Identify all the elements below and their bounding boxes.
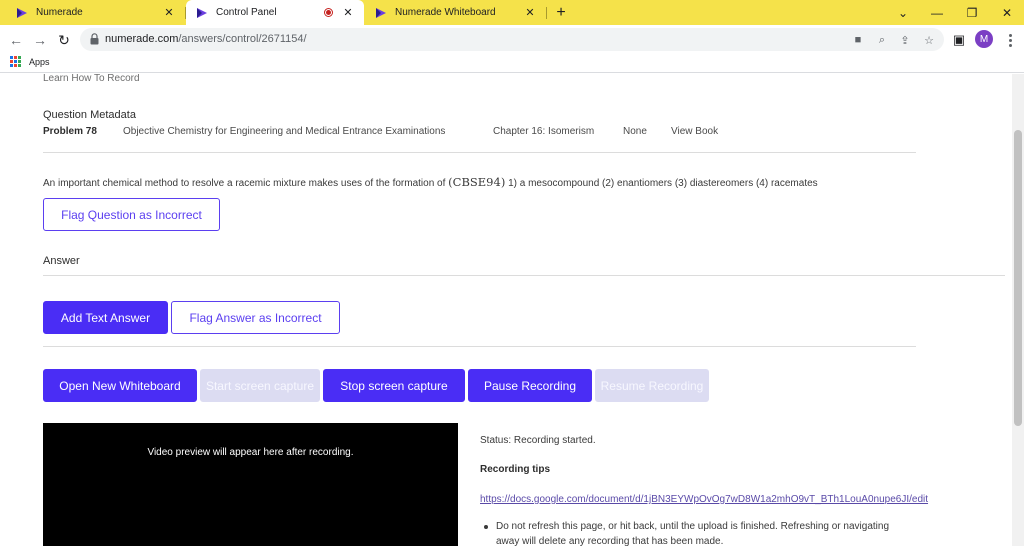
tab-numerade[interactable]: Numerade ✕ bbox=[0, 0, 185, 25]
apps-grid-icon bbox=[10, 56, 21, 67]
tab-separator bbox=[546, 7, 547, 19]
section-title: None bbox=[623, 126, 647, 137]
close-tab-icon[interactable]: ✕ bbox=[523, 6, 537, 20]
resume-recording-button: Resume Recording bbox=[595, 369, 709, 402]
flag-question-button[interactable]: Flag Question as Incorrect bbox=[43, 198, 220, 231]
side-panel-icon[interactable]: ▣ bbox=[950, 31, 968, 49]
open-whiteboard-button[interactable]: Open New Whiteboard bbox=[43, 369, 197, 402]
close-tab-icon[interactable]: ✕ bbox=[341, 6, 355, 20]
question-text-before: An important chemical method to resolve … bbox=[43, 178, 449, 189]
numerade-logo-icon bbox=[17, 7, 27, 18]
recording-indicator-icon bbox=[324, 8, 333, 17]
numerade-logo-icon bbox=[376, 7, 386, 18]
view-book-link[interactable]: View Book bbox=[671, 126, 718, 137]
divider bbox=[43, 152, 916, 153]
tab-search-icon[interactable]: ⌄ bbox=[886, 0, 920, 25]
answer-heading: Answer bbox=[43, 255, 80, 267]
tip-text: Do not refresh this page, or hit back, u… bbox=[496, 521, 890, 546]
recording-tips-list: Do not refresh this page, or hit back, u… bbox=[484, 519, 896, 546]
profile-avatar[interactable]: M bbox=[975, 30, 993, 48]
minimize-icon[interactable]: — bbox=[920, 0, 954, 25]
recording-status: Status: Recording started. bbox=[480, 435, 596, 446]
tab-title: Control Panel bbox=[216, 7, 277, 18]
recording-tips-link[interactable]: https://docs.google.com/document/d/1jBN3… bbox=[480, 494, 928, 505]
flag-answer-button[interactable]: Flag Answer as Incorrect bbox=[171, 301, 340, 334]
chapter-title: Chapter 16: Isomerism bbox=[493, 126, 595, 137]
url-text: numerade.com/answers/control/2671154/ bbox=[105, 33, 307, 45]
new-tab-icon[interactable]: + bbox=[552, 4, 570, 22]
pause-recording-button[interactable]: Pause Recording bbox=[468, 369, 592, 402]
more-menu-icon[interactable] bbox=[1003, 31, 1017, 49]
tab-strip: Numerade ✕ Control Panel ✕ Numerade Whit… bbox=[0, 0, 1024, 25]
forward-icon[interactable]: → bbox=[29, 29, 51, 51]
tab-title: Numerade bbox=[36, 7, 83, 18]
address-bar[interactable]: numerade.com/answers/control/2671154/ ■ … bbox=[80, 28, 944, 51]
url-host: numerade.com bbox=[105, 33, 179, 45]
divider bbox=[43, 346, 916, 347]
numerade-logo-icon bbox=[197, 7, 207, 18]
learn-how-to-record-link[interactable]: Learn How To Record bbox=[43, 74, 140, 84]
browser-toolbar: ← → ↻ numerade.com/answers/control/26711… bbox=[0, 25, 1024, 54]
add-text-answer-button[interactable]: Add Text Answer bbox=[43, 301, 168, 334]
recording-tips-heading: Recording tips bbox=[480, 464, 551, 475]
list-item: Do not refresh this page, or hit back, u… bbox=[484, 519, 896, 546]
bookmark-star-icon[interactable]: ☆ bbox=[921, 32, 937, 48]
question-text: An important chemical method to resolve … bbox=[43, 175, 818, 189]
tab-numerade-whiteboard[interactable]: Numerade Whiteboard ✕ bbox=[364, 0, 546, 25]
start-capture-button: Start screen capture bbox=[200, 369, 320, 402]
video-preview-message: Video preview will appear here after rec… bbox=[147, 447, 354, 458]
question-text-after: 1) a mesocompound (2) enantiomers (3) di… bbox=[505, 178, 818, 189]
apps-shortcut[interactable]: Apps bbox=[10, 56, 50, 67]
lock-icon bbox=[90, 33, 99, 45]
scrollbar-thumb[interactable] bbox=[1014, 130, 1022, 426]
tab-title: Numerade Whiteboard bbox=[395, 7, 496, 18]
book-title: Objective Chemistry for Engineering and … bbox=[123, 126, 446, 137]
page-scrollbar[interactable] bbox=[1012, 74, 1024, 546]
bookmarks-bar: Apps bbox=[0, 54, 1024, 73]
zoom-icon[interactable]: ⌕ bbox=[874, 32, 890, 48]
share-icon[interactable]: ⇪ bbox=[897, 32, 913, 48]
reload-icon[interactable]: ↻ bbox=[53, 29, 75, 51]
bullet-icon bbox=[484, 525, 488, 529]
divider bbox=[43, 275, 1005, 276]
restore-icon[interactable]: ❐ bbox=[955, 0, 989, 25]
close-tab-icon[interactable]: ✕ bbox=[162, 6, 176, 20]
problem-number: Problem 78 bbox=[43, 126, 97, 137]
back-icon[interactable]: ← bbox=[5, 29, 27, 51]
close-window-icon[interactable]: ✕ bbox=[990, 0, 1024, 25]
url-path: /answers/control/2671154/ bbox=[178, 33, 307, 45]
video-preview: Video preview will appear here after rec… bbox=[43, 423, 458, 546]
tab-control-panel[interactable]: Control Panel ✕ bbox=[186, 0, 364, 25]
page-content: Learn How To Record Question Metadata Pr… bbox=[0, 74, 1012, 546]
apps-label: Apps bbox=[29, 56, 50, 67]
camera-in-use-icon[interactable]: ■ bbox=[850, 32, 866, 48]
question-math: (CBSE94) bbox=[448, 175, 506, 189]
stop-capture-button[interactable]: Stop screen capture bbox=[323, 369, 465, 402]
metadata-heading: Question Metadata bbox=[43, 109, 136, 121]
